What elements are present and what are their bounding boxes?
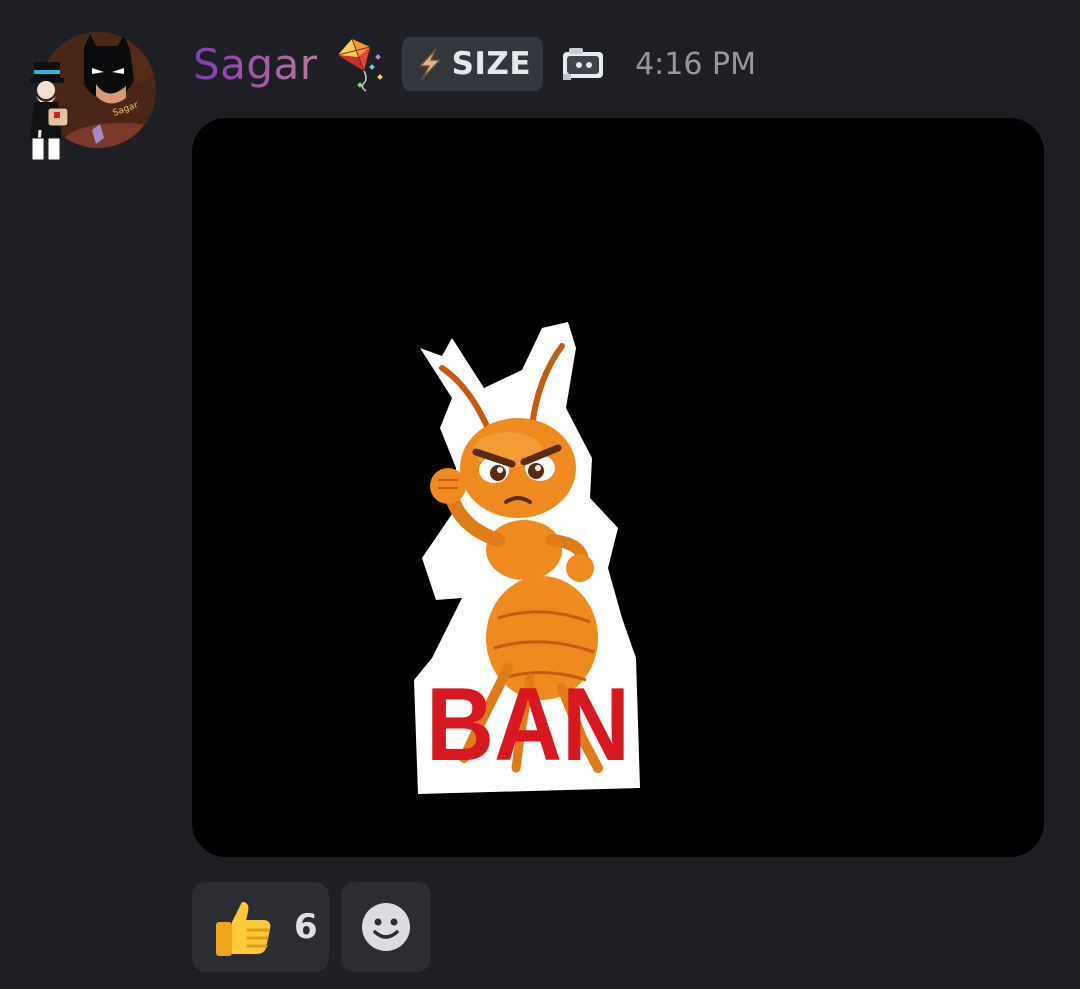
- kite-icon: [337, 38, 383, 92]
- thumbs-up-icon: [216, 902, 271, 956]
- chat-message: Sagar Sagar SIZE 4:16 PM BAN 6: [0, 0, 1080, 989]
- reaction-thumbs-up[interactable]: 6: [192, 882, 329, 972]
- user-avatar[interactable]: Sagar: [26, 30, 156, 161]
- sticker-text: BAN: [426, 667, 630, 783]
- message-header: Sagar SIZE 4:16 PM: [193, 34, 756, 94]
- guild-tag-badge[interactable]: SIZE: [401, 37, 544, 91]
- image-attachment[interactable]: BAN: [192, 118, 1044, 857]
- reaction-count: 6: [294, 907, 318, 947]
- lightning-icon: [418, 48, 441, 80]
- angry-ant-sticker-icon: BAN: [414, 322, 640, 794]
- robot-icon: [563, 48, 604, 80]
- batman-monopoly-avatar-icon: Sagar: [30, 32, 156, 161]
- add-reaction-button[interactable]: [341, 882, 431, 972]
- smiley-icon: [362, 903, 410, 951]
- reaction-bar: 6: [192, 882, 431, 972]
- tag-label: SIZE: [451, 46, 532, 82]
- message-timestamp: 4:16 PM: [635, 46, 756, 82]
- author-name[interactable]: Sagar: [193, 40, 318, 89]
